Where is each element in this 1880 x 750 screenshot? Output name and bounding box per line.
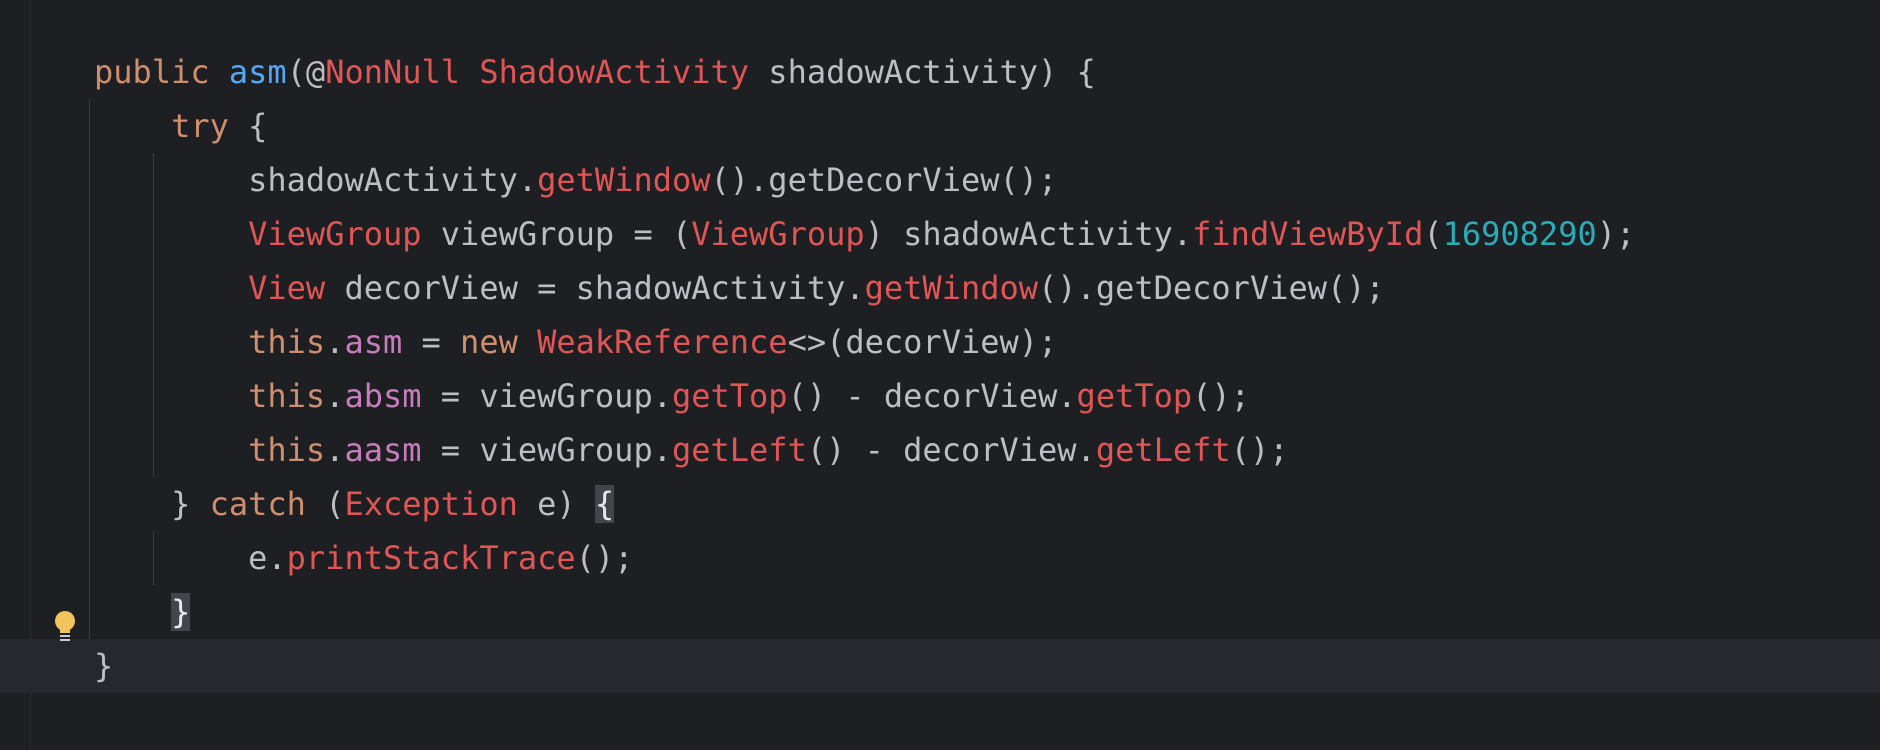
code-token: ) shadowActivity. <box>864 215 1193 253</box>
code-token: this <box>248 431 326 469</box>
code-line-text: this.asm = new WeakReference<>(decorView… <box>94 315 1057 369</box>
code-token: ViewGroup <box>691 215 865 253</box>
code-token: public <box>94 53 229 91</box>
code-token: ViewGroup <box>248 215 422 253</box>
code-token: (); <box>1230 431 1289 469</box>
code-token: aasm <box>344 431 422 469</box>
code-token: shadowActivity. <box>94 161 538 199</box>
code-token: () - decorView. <box>806 431 1096 469</box>
code-token: this <box>248 377 326 415</box>
code-token: viewGroup = ( <box>421 215 692 253</box>
code-token: } <box>94 647 114 685</box>
code-token: = viewGroup. <box>421 431 672 469</box>
code-token: catch <box>209 485 306 523</box>
code-token: WeakReference <box>537 323 788 361</box>
code-token: . <box>325 431 345 469</box>
code-line-text: this.aasm = viewGroup.getLeft() - decorV… <box>94 423 1288 477</box>
code-token: { <box>594 485 615 523</box>
code-line-text: View decorView = shadowActivity.getWindo… <box>94 261 1385 315</box>
code-token: (); <box>575 539 634 577</box>
code-line-text: e.printStackTrace(); <box>94 531 633 585</box>
code-token: printStackTrace <box>286 539 576 577</box>
code-line[interactable]: ViewGroup viewGroup = (ViewGroup) shadow… <box>0 207 1880 261</box>
code-line-text: } <box>94 639 113 693</box>
code-token: getLeft <box>1095 431 1231 469</box>
code-token: asm <box>228 53 287 91</box>
code-line[interactable]: this.absm = viewGroup.getTop() - decorVi… <box>0 369 1880 423</box>
code-token: (@ <box>286 53 326 91</box>
code-token: = <box>402 323 461 361</box>
code-token: Exception <box>344 485 518 523</box>
code-token: ShadowActivity <box>479 53 750 91</box>
code-token: ); <box>1596 215 1636 253</box>
code-line[interactable]: e.printStackTrace(); <box>0 531 1880 585</box>
code-editor[interactable]: public asm(@NonNull ShadowActivity shado… <box>0 0 1880 750</box>
code-line-text: } catch (Exception e) { <box>94 477 615 531</box>
code-token: } <box>171 593 191 631</box>
code-token: 16908290 <box>1442 215 1597 253</box>
code-token: e) <box>517 485 595 523</box>
code-line[interactable]: try { <box>0 99 1880 153</box>
code-token: try <box>171 107 229 145</box>
code-token: getWindow <box>537 161 711 199</box>
code-token: asm <box>344 323 403 361</box>
code-line[interactable]: } <box>0 639 1880 693</box>
code-token: this <box>248 323 326 361</box>
code-token: NonNull <box>325 53 461 91</box>
code-token: ().getDecorView(); <box>710 161 1058 199</box>
code-token: () - decorView. <box>787 377 1077 415</box>
code-line[interactable]: public asm(@NonNull ShadowActivity shado… <box>0 45 1880 99</box>
code-line-text: this.absm = viewGroup.getTop() - decorVi… <box>94 369 1250 423</box>
code-token: getTop <box>671 377 788 415</box>
code-token: (); <box>1192 377 1250 415</box>
code-token: . <box>325 323 345 361</box>
code-token: decorView = shadowActivity. <box>325 269 865 307</box>
code-token: } <box>94 485 210 523</box>
code-line-text: public asm(@NonNull ShadowActivity shado… <box>94 45 1096 99</box>
code-line[interactable]: this.aasm = viewGroup.getLeft() - decorV… <box>0 423 1880 477</box>
code-token: getLeft <box>671 431 807 469</box>
code-line[interactable]: this.asm = new WeakReference<>(decorView… <box>0 315 1880 369</box>
code-line-text: shadowActivity.getWindow().getDecorView(… <box>94 153 1057 207</box>
code-line[interactable]: } catch (Exception e) { <box>0 477 1880 531</box>
code-token: = viewGroup. <box>421 377 672 415</box>
code-token: absm <box>344 377 422 415</box>
code-token: getTop <box>1076 377 1193 415</box>
code-token: new <box>460 323 518 361</box>
code-line-text: try { <box>94 99 267 153</box>
code-token: { <box>228 107 268 145</box>
code-token: <>(decorView); <box>787 323 1058 361</box>
code-line[interactable]: shadowActivity.getWindow().getDecorView(… <box>0 153 1880 207</box>
code-token: View <box>248 269 326 307</box>
code-token: shadowActivity) { <box>749 53 1096 91</box>
code-token: getWindow <box>864 269 1039 307</box>
code-line-text: ViewGroup viewGroup = (ViewGroup) shadow… <box>94 207 1635 261</box>
code-token: e. <box>94 539 287 577</box>
lightbulb-icon[interactable] <box>52 610 78 644</box>
code-token: . <box>325 377 345 415</box>
code-line[interactable]: View decorView = shadowActivity.getWindo… <box>0 261 1880 315</box>
code-token: ( <box>305 485 345 523</box>
code-line-text: } <box>94 585 191 639</box>
code-token: ( <box>1423 215 1443 253</box>
code-token: findViewById <box>1192 215 1424 253</box>
code-line[interactable]: } <box>0 585 1880 639</box>
code-token: ().getDecorView(); <box>1038 269 1385 307</box>
